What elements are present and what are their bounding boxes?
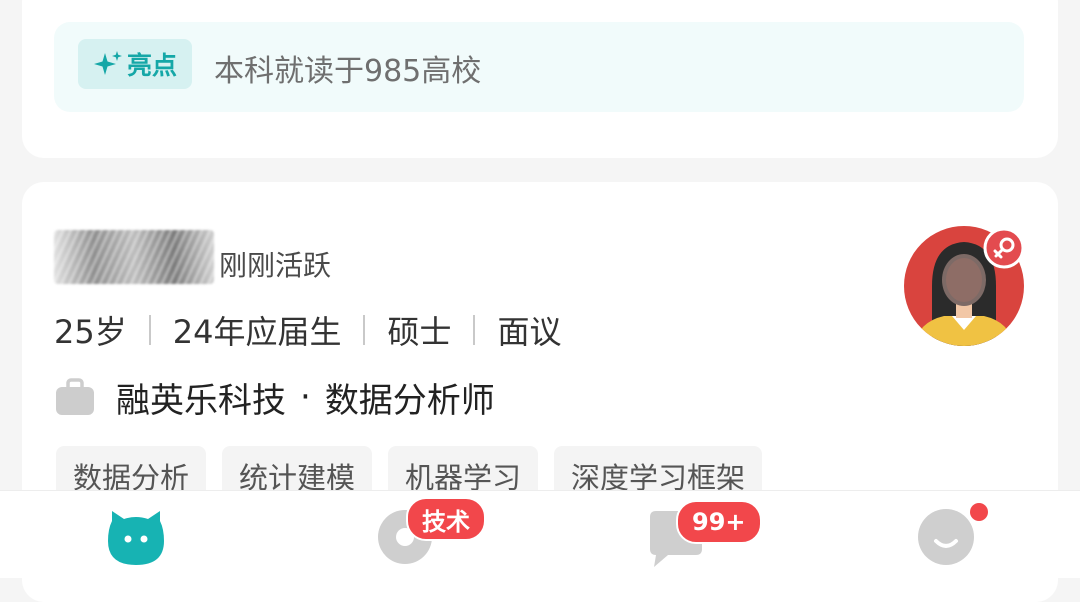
info-salary: 面议	[497, 313, 562, 351]
job-separator: ·	[300, 377, 311, 417]
candidate-name-blurred	[54, 230, 214, 284]
highlight-tag-label: 亮点	[126, 51, 177, 80]
info-divider	[363, 315, 366, 345]
job-position: 数据分析师	[324, 380, 495, 421]
home-mascot-icon[interactable]	[104, 505, 168, 569]
candidate-info-row: 25岁 24年应届生 硕士 面议	[54, 308, 562, 352]
discover-badge: 技术	[406, 497, 486, 541]
info-divider	[473, 315, 476, 345]
info-divider	[148, 315, 151, 345]
highlight-box	[54, 22, 1024, 112]
company-name: 融英乐科技	[116, 380, 286, 421]
profile-dot-badge	[970, 503, 988, 521]
message-count-badge: 99+	[676, 500, 762, 544]
info-degree: 硕士	[387, 313, 452, 351]
highlight-tag: 亮点	[78, 39, 192, 89]
candidate-avatar[interactable]	[904, 226, 1024, 346]
highlight-text: 本科就读于985高校	[214, 54, 482, 89]
sparkle-icon	[93, 51, 122, 75]
female-icon	[983, 227, 1024, 269]
info-age: 25岁	[54, 313, 127, 351]
briefcase-icon	[56, 378, 94, 415]
profile-icon[interactable]	[914, 505, 978, 569]
active-status: 刚刚活跃	[219, 249, 332, 282]
expected-job-row: 融英乐科技 · 数据分析师	[54, 372, 495, 422]
info-graduation: 24年应届生	[172, 313, 342, 351]
